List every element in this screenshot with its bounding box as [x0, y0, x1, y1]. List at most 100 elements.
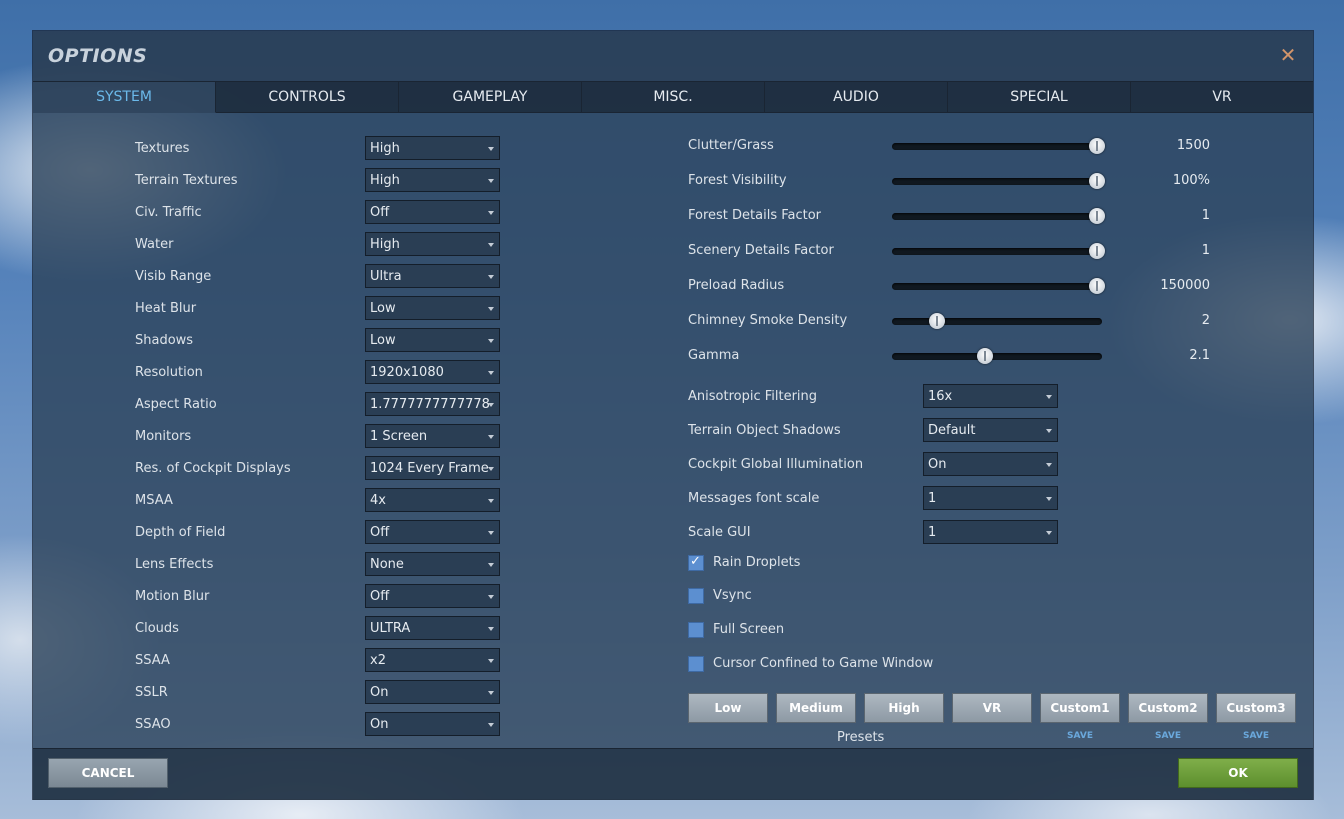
scale-gui-dropdown[interactable]: 1 [923, 520, 1058, 544]
heat-blur-dropdown[interactable]: Low [365, 296, 500, 320]
presets-label: Presets [837, 730, 885, 745]
shadows-label: Shadows [135, 333, 194, 348]
checkbox-row-cursor-confined-to-game-window[interactable]: Cursor Confined to Game Window [688, 655, 988, 675]
setting-row-visib-range: Visib Range Ultra [135, 264, 505, 290]
setting-row-resolution: Resolution 1920x1080 [135, 360, 505, 386]
scenery-details-factor-slider[interactable] [892, 243, 1105, 259]
anisotropic-filtering-label: Anisotropic Filtering [688, 389, 818, 404]
tab-vr[interactable]: VR [1131, 81, 1313, 113]
aspect-ratio-dropdown[interactable]: 1.7777777777778 [365, 392, 500, 416]
title-bar: OPTIONS ✕ [33, 31, 1313, 81]
save-custom2-link[interactable]: SAVE [1128, 731, 1208, 741]
tab-misc[interactable]: MISC. [582, 81, 765, 113]
ssaa-value: x2 [370, 653, 386, 668]
gamma-slider[interactable] [892, 348, 1102, 364]
scenery-details-factor-label: Scenery Details Factor [688, 243, 834, 258]
cursor-confined-to-game-window-checkbox[interactable] [688, 656, 704, 672]
tab-gameplay[interactable]: GAMEPLAY [399, 81, 582, 113]
visib-range-label: Visib Range [135, 269, 212, 284]
clouds-dropdown[interactable]: ULTRA [365, 616, 500, 640]
save-custom1-link[interactable]: SAVE [1040, 731, 1120, 741]
forest-visibility-value: 100% [1172, 173, 1210, 188]
forest-details-factor-slider[interactable] [892, 208, 1105, 224]
preset-button-vr[interactable]: VR [952, 693, 1032, 723]
chevron-down-icon [488, 403, 494, 407]
tab-system[interactable]: SYSTEM [33, 81, 216, 113]
setting-row-terrain-object-shadows: Terrain Object Shadows Default [688, 418, 1068, 444]
clutter-grass-value: 1500 [1176, 138, 1210, 153]
setting-row-monitors: Monitors 1 Screen [135, 424, 505, 450]
slider-row-preload-radius: Preload Radius 150000 [688, 275, 1218, 297]
preload-radius-slider-handle[interactable] [1089, 278, 1105, 294]
forest-visibility-slider-handle[interactable] [1089, 173, 1105, 189]
shadows-dropdown[interactable]: Low [365, 328, 500, 352]
preset-button-medium[interactable]: Medium [776, 693, 856, 723]
full-screen-checkbox[interactable] [688, 622, 704, 638]
cockpit-global-illumination-dropdown[interactable]: On [923, 452, 1058, 476]
rain-droplets-label: Rain Droplets [713, 555, 801, 570]
shadows-value: Low [370, 333, 396, 348]
anisotropic-filtering-dropdown[interactable]: 16x [923, 384, 1058, 408]
tab-audio[interactable]: AUDIO [765, 81, 948, 113]
gamma-value: 2.1 [1189, 348, 1210, 363]
terrain-textures-dropdown[interactable]: High [365, 168, 500, 192]
setting-row-depth-of-field: Depth of Field Off [135, 520, 505, 546]
ssao-dropdown[interactable]: On [365, 712, 500, 736]
chevron-down-icon [1046, 497, 1052, 501]
msaa-label: MSAA [135, 493, 173, 508]
resolution-dropdown[interactable]: 1920x1080 [365, 360, 500, 384]
clutter-grass-slider-handle[interactable] [1089, 138, 1105, 154]
monitors-dropdown[interactable]: 1 Screen [365, 424, 500, 448]
clutter-grass-slider[interactable] [892, 138, 1105, 154]
setting-row-textures: Textures High [135, 136, 505, 162]
water-dropdown[interactable]: High [365, 232, 500, 256]
ssaa-dropdown[interactable]: x2 [365, 648, 500, 672]
preset-button-low[interactable]: Low [688, 693, 768, 723]
setting-row-ssaa: SSAA x2 [135, 648, 505, 674]
chimney-smoke-density-slider-handle[interactable] [929, 313, 945, 329]
res-of-cockpit-displays-dropdown[interactable]: 1024 Every Frame [365, 456, 500, 480]
preset-button-custom1[interactable]: Custom1 [1040, 693, 1120, 723]
chevron-down-icon [1046, 531, 1052, 535]
visib-range-dropdown[interactable]: Ultra [365, 264, 500, 288]
lens-effects-dropdown[interactable]: None [365, 552, 500, 576]
motion-blur-dropdown[interactable]: Off [365, 584, 500, 608]
forest-details-factor-slider-handle[interactable] [1089, 208, 1105, 224]
cancel-button[interactable]: CANCEL [48, 758, 168, 788]
rain-droplets-checkbox[interactable]: ✓ [688, 554, 704, 571]
save-custom3-link[interactable]: SAVE [1216, 731, 1296, 741]
preset-button-high[interactable]: High [864, 693, 944, 723]
chimney-smoke-density-slider[interactable] [892, 313, 1102, 329]
tab-special[interactable]: SPECIAL [948, 81, 1131, 113]
preload-radius-slider[interactable] [892, 278, 1105, 294]
textures-dropdown[interactable]: High [365, 136, 500, 160]
vsync-checkbox[interactable] [688, 588, 704, 604]
civ-traffic-dropdown[interactable]: Off [365, 200, 500, 224]
civ-traffic-label: Civ. Traffic [135, 205, 202, 220]
civ-traffic-value: Off [370, 205, 390, 220]
checkbox-row-rain-droplets[interactable]: ✓ Rain Droplets [688, 554, 988, 574]
tab-controls[interactable]: CONTROLS [216, 81, 399, 113]
close-icon[interactable]: ✕ [1277, 44, 1299, 66]
chevron-down-icon [488, 563, 494, 567]
ssao-value: On [370, 717, 389, 732]
setting-row-clouds: Clouds ULTRA [135, 616, 505, 642]
depth-of-field-dropdown[interactable]: Off [365, 520, 500, 544]
checkbox-row-vsync[interactable]: Vsync [688, 587, 988, 607]
preset-button-custom3[interactable]: Custom3 [1216, 693, 1296, 723]
chevron-down-icon [1046, 463, 1052, 467]
ok-button[interactable]: OK [1178, 758, 1298, 788]
sslr-dropdown[interactable]: On [365, 680, 500, 704]
forest-visibility-slider[interactable] [892, 173, 1105, 189]
chevron-down-icon [1046, 395, 1052, 399]
chevron-down-icon [488, 435, 494, 439]
scenery-details-factor-slider-handle[interactable] [1089, 243, 1105, 259]
msaa-dropdown[interactable]: 4x [365, 488, 500, 512]
messages-font-scale-dropdown[interactable]: 1 [923, 486, 1058, 510]
checkbox-row-full-screen[interactable]: Full Screen [688, 621, 988, 641]
gamma-slider-handle[interactable] [977, 348, 993, 364]
cursor-confined-to-game-window-label: Cursor Confined to Game Window [713, 656, 934, 671]
preset-button-custom2[interactable]: Custom2 [1128, 693, 1208, 723]
terrain-object-shadows-dropdown[interactable]: Default [923, 418, 1058, 442]
monitors-label: Monitors [135, 429, 192, 444]
